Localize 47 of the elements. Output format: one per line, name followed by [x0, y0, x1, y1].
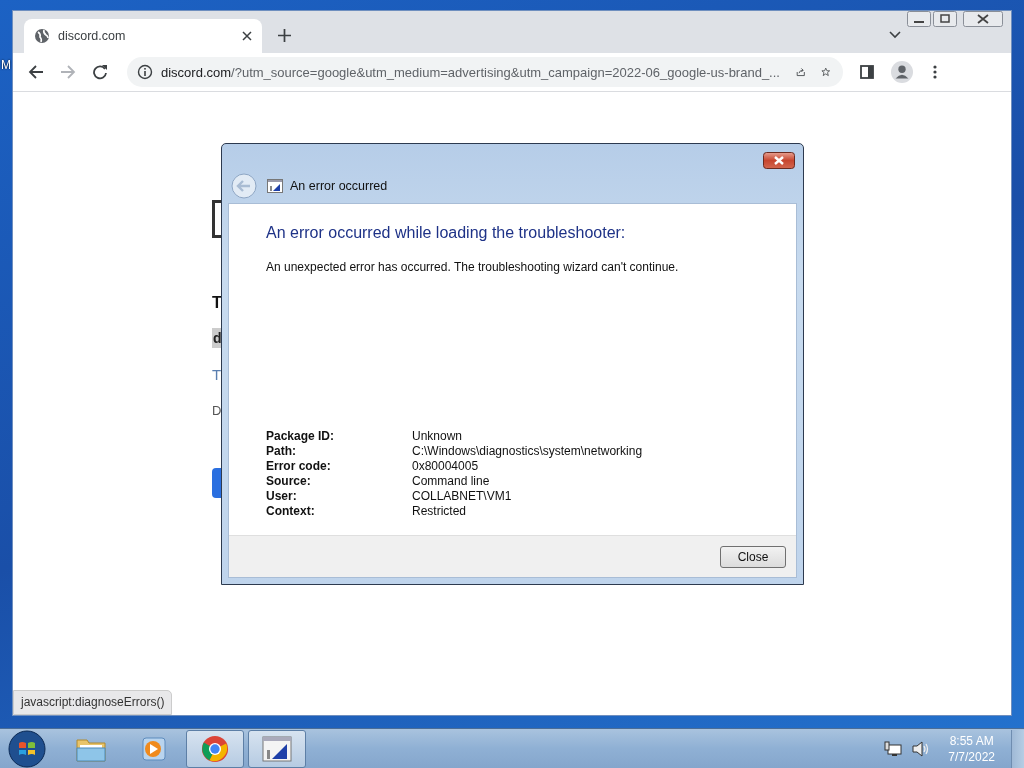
detail-value: COLLABNET\VM1 [412, 489, 513, 504]
detail-value: Command line [412, 474, 491, 489]
detail-label: Path: [266, 444, 297, 459]
tab-title: discord.com [58, 29, 127, 43]
restore-icon[interactable] [933, 11, 957, 27]
side-panel-icon[interactable] [859, 64, 875, 80]
browser-icon [200, 734, 230, 763]
url-text: discord.com/?utm_source=google&utm_medium=advertising&utm_campaign=2022-06_google-us-brand_... [161, 64, 780, 80]
page-heading: T [212, 293, 222, 313]
window-icon [267, 179, 283, 193]
clock-date: 7/7/2022 [948, 748, 995, 765]
detail-label: Error code: [266, 459, 332, 474]
info-icon [137, 64, 153, 80]
detail-label: Package ID: [266, 429, 336, 444]
close-icon[interactable] [763, 152, 795, 169]
address-bar[interactable]: discord.com/?utm_source=google&utm_medium=advertising&utm_campaign=2022-06_google-us-brand_... [127, 57, 843, 87]
chevron-down-icon[interactable] [889, 31, 901, 39]
clock-time: 8:55 AM [949, 732, 994, 749]
reload-icon[interactable] [92, 64, 108, 80]
detail-value: C:\Windows\diagnostics\system\networking [412, 444, 643, 459]
detail-value: 0x80004005 [412, 459, 480, 474]
close-icon[interactable] [242, 31, 252, 41]
detail-label: Source: [266, 474, 312, 489]
profile-icon[interactable] [891, 61, 913, 83]
status-bubble: javascript:diagnoseErrors() [13, 690, 173, 715]
desktop-icon-label: M [1, 58, 11, 72]
dialog-title: An error occurred [290, 179, 388, 193]
page-text: D [212, 403, 222, 418]
back-arrow-icon[interactable] [28, 64, 44, 80]
globe-icon [34, 28, 50, 44]
detail-value: Unknown [412, 429, 464, 444]
network-icon[interactable] [884, 740, 903, 757]
error-heading: An error occurred while loading the troubleshooter: [266, 224, 626, 242]
detail-value: Restricted [412, 504, 468, 519]
error-message: An unexpected error has occurred. The troubleshooting wizard can't continue. [266, 260, 679, 274]
detail-label: User: [266, 489, 298, 504]
window-icon [262, 734, 292, 763]
start-orb-icon[interactable] [8, 729, 46, 768]
page-link[interactable]: T [212, 366, 222, 383]
close-button[interactable]: Close [720, 545, 786, 568]
detail-label: Context: [266, 504, 316, 519]
browser-tab[interactable]: discord.com [24, 19, 262, 53]
speaker-icon[interactable] [912, 740, 931, 757]
plus-icon[interactable] [278, 29, 291, 42]
taskbar-button[interactable] [248, 729, 306, 768]
close-icon[interactable] [963, 11, 1003, 27]
minimize-icon[interactable] [907, 11, 931, 27]
